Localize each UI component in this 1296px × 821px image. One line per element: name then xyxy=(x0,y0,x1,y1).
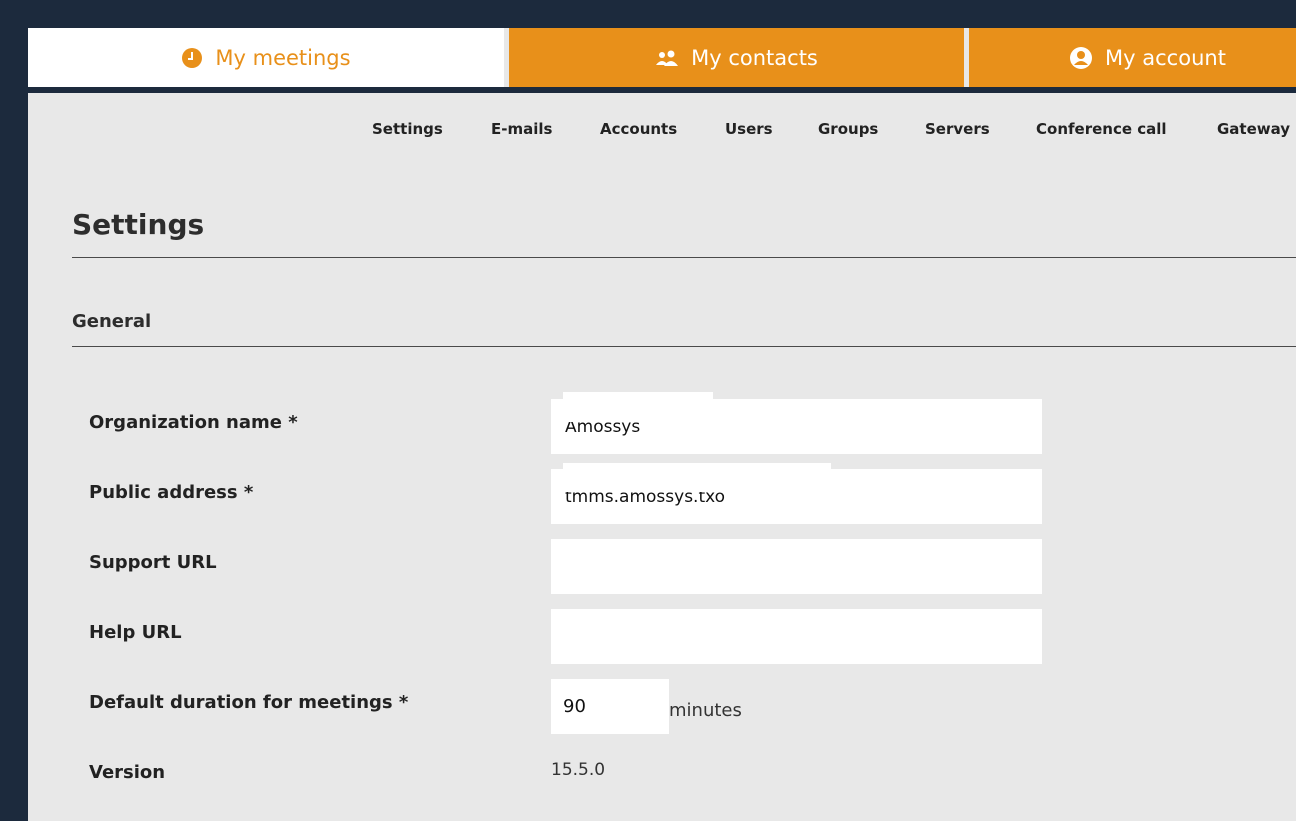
version-label: Version xyxy=(89,762,166,783)
subnav-settings[interactable]: Settings xyxy=(372,120,443,138)
app-frame: My meetings My contacts My account Setti… xyxy=(28,28,1296,821)
subnav-accounts[interactable]: Accounts xyxy=(600,120,677,138)
version-value: 15.5.0 xyxy=(551,760,606,780)
organization-name-label: Organization name * xyxy=(89,412,298,433)
subnav-conference-call[interactable]: Conference call xyxy=(1036,120,1167,138)
tab-my-account[interactable]: My account xyxy=(969,28,1296,87)
subnav-servers[interactable]: Servers xyxy=(925,120,990,138)
page-title: Settings xyxy=(72,208,205,241)
help-url-field[interactable] xyxy=(551,609,1042,664)
public-address-label: Public address * xyxy=(89,482,254,503)
users-icon xyxy=(655,49,679,67)
admin-subnav: Settings E-mails Accounts Users Groups S… xyxy=(28,120,1296,144)
tab-label: My contacts xyxy=(691,45,818,70)
support-url-label: Support URL xyxy=(89,552,217,573)
tab-my-contacts[interactable]: My contacts xyxy=(509,28,964,87)
redaction-mask xyxy=(563,463,831,492)
section-divider xyxy=(72,346,1296,347)
help-url-label: Help URL xyxy=(89,622,182,643)
duration-unit: minutes xyxy=(669,700,742,721)
section-title: General xyxy=(72,311,152,332)
subnav-e-mails[interactable]: E-mails xyxy=(491,120,552,138)
tab-label: My account xyxy=(1105,45,1226,70)
subnav-gateway[interactable]: Gateway xyxy=(1217,120,1290,138)
subnav-groups[interactable]: Groups xyxy=(818,120,878,138)
redaction-mask xyxy=(563,392,713,422)
support-url-field[interactable] xyxy=(551,539,1042,594)
user-circle-icon xyxy=(1069,46,1093,70)
tabs-divider xyxy=(28,87,1296,93)
clock-icon xyxy=(181,47,203,69)
default-duration-label: Default duration for meetings * xyxy=(89,692,409,713)
tab-my-meetings[interactable]: My meetings xyxy=(28,28,504,87)
title-divider xyxy=(72,257,1296,258)
subnav-users[interactable]: Users xyxy=(725,120,773,138)
tab-label: My meetings xyxy=(215,45,351,70)
main-tabs: My meetings My contacts My account xyxy=(28,28,1296,93)
default-duration-field[interactable] xyxy=(551,679,669,734)
